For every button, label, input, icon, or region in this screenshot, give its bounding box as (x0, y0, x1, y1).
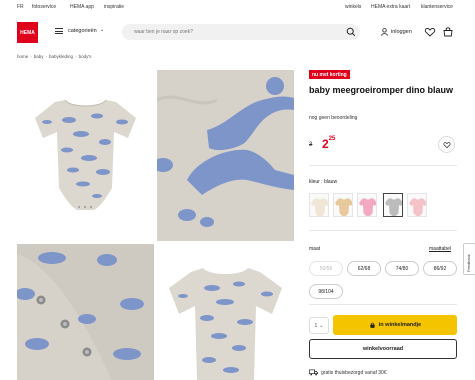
color-swatch[interactable] (309, 193, 329, 217)
color-swatch[interactable] (357, 193, 377, 217)
topnav-fotoservice[interactable]: fotoservice (32, 4, 56, 10)
breadcrumb-babykleding[interactable]: babykleding (49, 54, 73, 59)
topnav-winkels[interactable]: winkels (345, 4, 361, 10)
divider (309, 304, 457, 305)
topnav-hema-app[interactable]: HEMA app (70, 4, 94, 10)
shipping-info: gratis thuisbezorgd vanaf 30€ (309, 369, 387, 376)
quantity-value: 1 (314, 322, 318, 329)
chevron-down-icon: ⌄ (100, 27, 105, 33)
color-label: kleur : blauw (309, 179, 338, 185)
topnav-extra-kaart[interactable]: HEMA extra kaart (371, 4, 410, 10)
size-label: maat (309, 246, 321, 252)
top-utility-bar: FR fotoservice HEMA app inspiratie winke… (0, 0, 475, 14)
divider (309, 165, 457, 166)
product-title: baby meegroeiromper dino blauw (309, 85, 454, 95)
quantity-select[interactable]: 1 ⌄ (309, 317, 329, 334)
color-swatch[interactable] (383, 193, 403, 217)
size-option[interactable]: 62/68 (347, 261, 381, 276)
old-price: 3 (309, 142, 313, 148)
basket-icon (369, 322, 375, 328)
size-table-link[interactable]: maattabel (429, 246, 451, 252)
feedback-tab[interactable]: Feedback (463, 243, 475, 275)
breadcrumb: home › baby › babykleding › body's (17, 54, 92, 59)
product-image-back[interactable] (157, 244, 294, 380)
menu-icon[interactable] (55, 28, 63, 35)
size-option[interactable]: 98/104 (309, 284, 343, 299)
store-stock-button[interactable]: winkelvoorraad (309, 339, 457, 359)
chevron-down-icon: ⌄ (319, 322, 324, 329)
basket-icon[interactable] (442, 26, 454, 38)
heart-icon (443, 141, 450, 148)
truck-icon (309, 369, 318, 376)
hema-logo[interactable]: HEMA (17, 22, 38, 43)
add-to-cart-button[interactable]: in winkelmandje (333, 315, 457, 335)
color-swatch[interactable] (407, 193, 427, 217)
login-label: inloggen (391, 29, 412, 35)
wishlist-button[interactable] (438, 136, 455, 153)
discount-badge: nu met korting (309, 70, 350, 79)
categories-button[interactable]: categorieën (68, 28, 97, 34)
breadcrumb-bodys: body's (78, 54, 92, 59)
size-option[interactable]: 86/92 (423, 261, 457, 276)
price-main: 2 (322, 137, 329, 151)
divider (309, 230, 457, 231)
topnav-inspiratie[interactable]: inspiratie (104, 4, 124, 10)
heart-icon[interactable] (424, 26, 436, 38)
feedback-label: Feedback (466, 254, 471, 272)
login-button[interactable]: inloggen (381, 26, 412, 38)
search-icon[interactable] (346, 27, 356, 37)
breadcrumb-baby[interactable]: baby (34, 54, 44, 59)
price-cents: 25 (328, 136, 336, 142)
size-option[interactable]: 74/80 (385, 261, 419, 276)
search-bar (122, 24, 360, 40)
product-image-buttons[interactable] (17, 244, 154, 380)
add-to-cart-label: in winkelmandje (378, 322, 422, 328)
review-summary[interactable]: nog geen beoordeling (309, 115, 357, 121)
color-swatch[interactable] (333, 193, 353, 217)
breadcrumb-home[interactable]: home (17, 54, 28, 59)
size-option[interactable]: 50/56 (309, 261, 343, 276)
user-icon (381, 28, 388, 36)
topnav-klantenservice[interactable]: klantenservice (421, 4, 453, 10)
product-image-detail[interactable] (157, 70, 294, 241)
topnav-language[interactable]: FR (17, 4, 24, 10)
product-image-front[interactable] (17, 70, 154, 241)
current-price: 225 (322, 136, 336, 151)
shipping-text: gratis thuisbezorgd vanaf 30€ (321, 369, 387, 376)
search-input[interactable] (134, 27, 334, 37)
